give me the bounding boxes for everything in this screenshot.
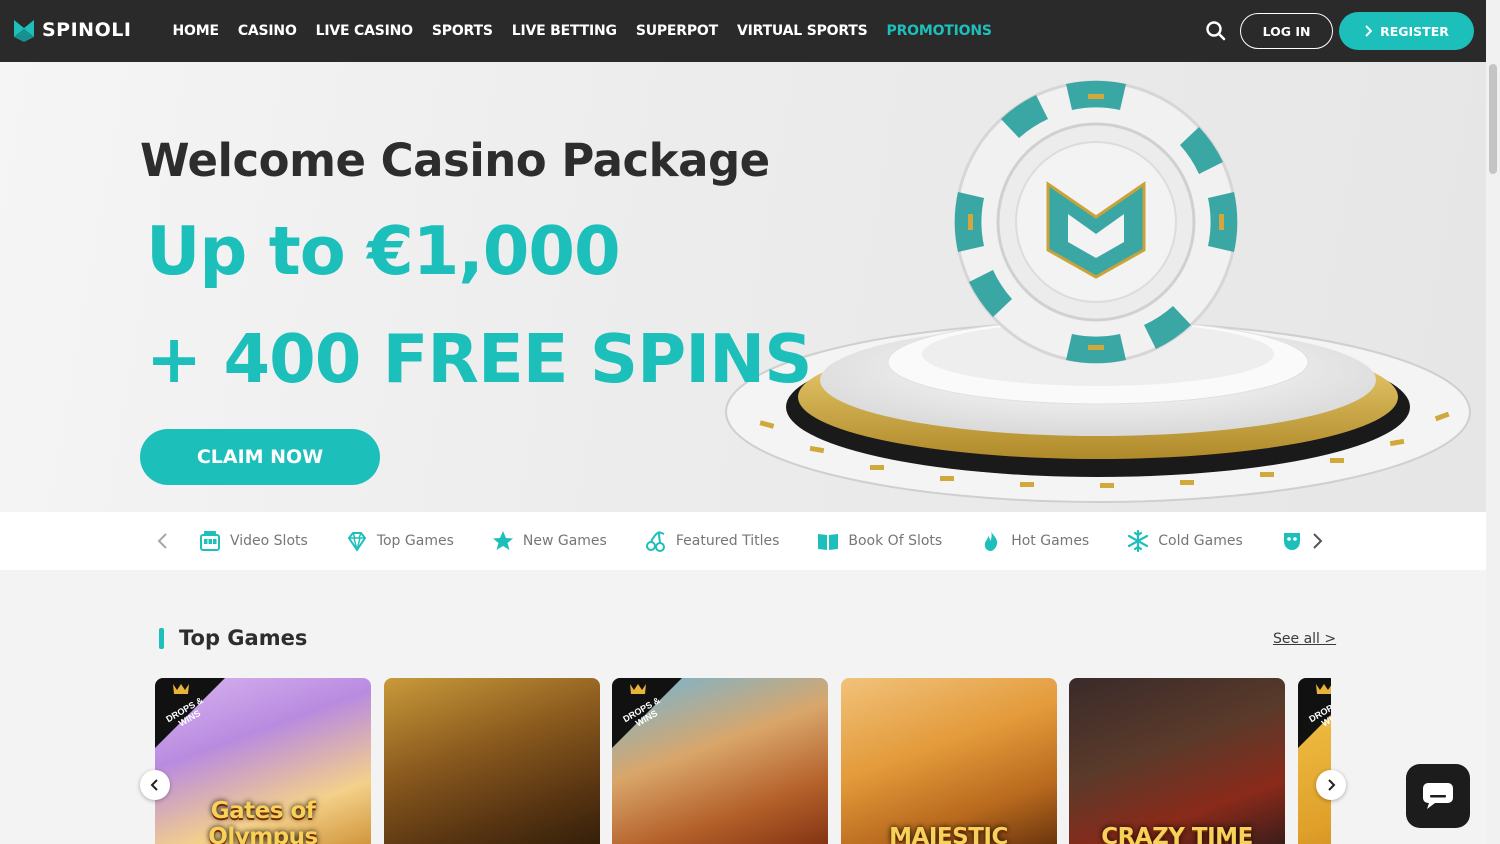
section-accent-bar — [159, 628, 164, 649]
top-games-heading: Top Games — [179, 626, 308, 650]
chat-bubble-icon — [1423, 783, 1453, 809]
page-scrollbar[interactable] — [1486, 0, 1500, 844]
hero-free-spins: + 400 FREE SPINS — [146, 320, 812, 398]
slot-machine-icon — [200, 531, 220, 551]
category-partial[interactable] — [1280, 529, 1304, 553]
register-button[interactable]: REGISTER — [1339, 12, 1474, 50]
hero-banner: Welcome Casino Package Up to €1,000 + 40… — [0, 62, 1486, 512]
book-icon — [818, 534, 839, 550]
login-button[interactable]: LOG IN — [1240, 13, 1333, 49]
chevron-left-icon — [150, 779, 158, 791]
logo-text: SPINOLI — [42, 19, 132, 41]
category-prev-arrow[interactable] — [152, 530, 174, 552]
star-icon — [492, 531, 513, 550]
hero-bonus-amount: Up to €1,000 — [146, 212, 621, 290]
game-card[interactable]: MAJESTIC — [840, 678, 1057, 844]
snowflake-icon — [1128, 529, 1149, 553]
category-label: Cold Games — [1158, 533, 1243, 549]
nav-item-virtual-sports[interactable]: VIRTUAL SPORTS — [737, 23, 868, 39]
category-cold-games[interactable]: Cold Games — [1126, 529, 1243, 553]
nav-item-home[interactable]: HOME — [173, 23, 220, 39]
category-label: New Games — [522, 533, 607, 549]
search-icon[interactable] — [1203, 18, 1229, 44]
nav-item-promotions[interactable]: PROMOTIONS — [887, 23, 992, 39]
category-label: Top Games — [376, 533, 454, 549]
category-list: Video Slots Top Games New Games Featured Ti… — [198, 512, 1304, 570]
category-label: Book Of Slots — [848, 533, 943, 549]
claim-now-button[interactable]: CLAIM NOW — [140, 429, 380, 485]
nav-item-live-casino[interactable]: LIVE CASINO — [316, 23, 413, 39]
category-video-slots[interactable]: Video Slots — [198, 529, 308, 553]
category-featured-titles[interactable]: Featured Titles — [644, 529, 780, 553]
mask-icon — [1283, 533, 1300, 550]
chevron-right-icon — [1328, 779, 1336, 791]
game-card[interactable]: DROPS & WINS — [612, 678, 828, 844]
hero-title: Welcome Casino Package — [140, 134, 770, 187]
category-new-games[interactable]: New Games — [491, 529, 607, 553]
category-book-of-slots[interactable]: Book Of Slots — [816, 529, 942, 553]
chevron-right-icon — [1313, 533, 1323, 549]
category-top-games[interactable]: Top Games — [345, 529, 454, 553]
category-label: Video Slots — [230, 533, 308, 549]
spinoli-logo[interactable]: SPINOLI — [12, 17, 131, 43]
register-label: REGISTER — [1380, 23, 1449, 39]
top-games-carousel: DROPS & WINS Gates of Olympus DROPS & WINS… — [155, 678, 1331, 844]
game-card[interactable]: DROPS & WINS Gates of Olympus — [155, 678, 371, 844]
top-navigation-bar: SPINOLI HOME CASINO LIVE CASINO SPORTS LIVE … — [0, 0, 1486, 62]
category-next-arrow[interactable] — [1306, 530, 1328, 552]
nav-item-superpot[interactable]: SUPERPOT — [636, 23, 718, 39]
game-title: CRAZY TIME — [1101, 824, 1253, 844]
games-next-arrow[interactable] — [1316, 770, 1346, 800]
category-hot-games[interactable]: Hot Games — [979, 529, 1089, 553]
see-all-link[interactable]: See all > — [1273, 631, 1336, 647]
main-nav: HOME CASINO LIVE CASINO SPORTS LIVE BETTING S… — [163, 0, 1001, 62]
flame-icon — [985, 531, 998, 551]
games-prev-arrow[interactable] — [140, 770, 170, 800]
game-title: MAJESTIC — [889, 824, 1008, 844]
cherries-icon — [645, 531, 665, 552]
game-card[interactable] — [383, 678, 600, 844]
category-label: Hot Games — [1011, 533, 1090, 549]
nav-item-casino[interactable]: CASINO — [238, 23, 297, 39]
chat-support-button[interactable] — [1406, 764, 1470, 828]
casino-chip-illustration — [725, 80, 1471, 503]
diamond-icon — [347, 532, 367, 552]
scrollbar-thumb[interactable] — [1489, 64, 1497, 174]
game-title: Gates of Olympus — [208, 798, 318, 844]
logo-icon — [14, 20, 34, 42]
nav-item-sports[interactable]: SPORTS — [432, 23, 493, 39]
chevron-left-icon — [157, 533, 167, 549]
game-card[interactable]: DROPS & WINS — [1297, 678, 1331, 844]
game-category-strip: Video Slots Top Games New Games Featured Ti… — [0, 512, 1486, 570]
chevron-right-icon — [1365, 25, 1373, 37]
category-label: Featured Titles — [675, 533, 780, 549]
nav-item-live-betting[interactable]: LIVE BETTING — [512, 23, 617, 39]
game-card[interactable]: CRAZY TIME — [1069, 678, 1285, 844]
